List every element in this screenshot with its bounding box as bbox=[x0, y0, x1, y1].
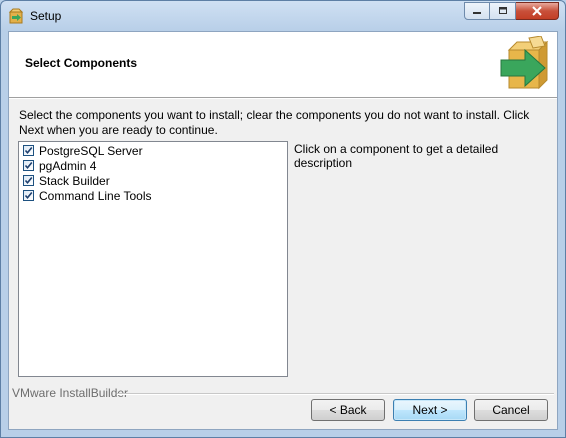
next-button[interactable]: Next > bbox=[393, 399, 467, 421]
list-item[interactable]: Stack Builder bbox=[23, 173, 110, 188]
installbuilder-brand: VMware InstallBuilder bbox=[12, 386, 129, 400]
instructions-text: Select the components you want to instal… bbox=[19, 108, 530, 137]
footer-divider bbox=[117, 393, 554, 395]
installer-box-icon bbox=[8, 8, 24, 24]
window-title: Setup bbox=[30, 9, 62, 23]
caption-buttons bbox=[464, 2, 559, 21]
wizard-body: Select Components Select the components … bbox=[8, 31, 558, 430]
component-label: PostgreSQL Server bbox=[39, 143, 143, 158]
component-label: pgAdmin 4 bbox=[39, 158, 97, 173]
page-title: Select Components bbox=[25, 56, 138, 70]
components-list[interactable]: PostgreSQL Server pgAdmin 4 Stack Builde… bbox=[18, 141, 288, 377]
wizard-header: Select Components bbox=[9, 32, 557, 98]
list-item[interactable]: Command Line Tools bbox=[23, 188, 152, 203]
checkmark-icon bbox=[24, 146, 33, 155]
header-divider bbox=[9, 98, 557, 99]
component-checkbox[interactable] bbox=[23, 190, 34, 201]
component-label: Command Line Tools bbox=[39, 188, 152, 203]
checkmark-icon bbox=[24, 161, 33, 170]
checkmark-icon bbox=[24, 191, 33, 200]
setup-window: Setup Select Components Select the compo… bbox=[0, 0, 566, 438]
maximize-button[interactable] bbox=[490, 2, 516, 20]
list-item[interactable]: PostgreSQL Server bbox=[23, 143, 143, 158]
cancel-button[interactable]: Cancel bbox=[474, 399, 548, 421]
component-label: Stack Builder bbox=[39, 173, 110, 188]
close-icon bbox=[532, 6, 542, 16]
box-arrow-icon bbox=[499, 35, 553, 92]
component-description: Click on a component to get a detailed d… bbox=[294, 142, 499, 170]
minimize-button[interactable] bbox=[464, 2, 490, 20]
list-item[interactable]: pgAdmin 4 bbox=[23, 158, 96, 173]
title-bar[interactable]: Setup bbox=[1, 1, 565, 31]
component-checkbox[interactable] bbox=[23, 160, 34, 171]
component-checkbox[interactable] bbox=[23, 175, 34, 186]
maximize-icon bbox=[498, 7, 507, 14]
minimize-icon bbox=[473, 12, 481, 14]
close-button[interactable] bbox=[516, 2, 559, 20]
back-button[interactable]: < Back bbox=[311, 399, 385, 421]
component-checkbox[interactable] bbox=[23, 145, 34, 156]
checkmark-icon bbox=[24, 176, 33, 185]
